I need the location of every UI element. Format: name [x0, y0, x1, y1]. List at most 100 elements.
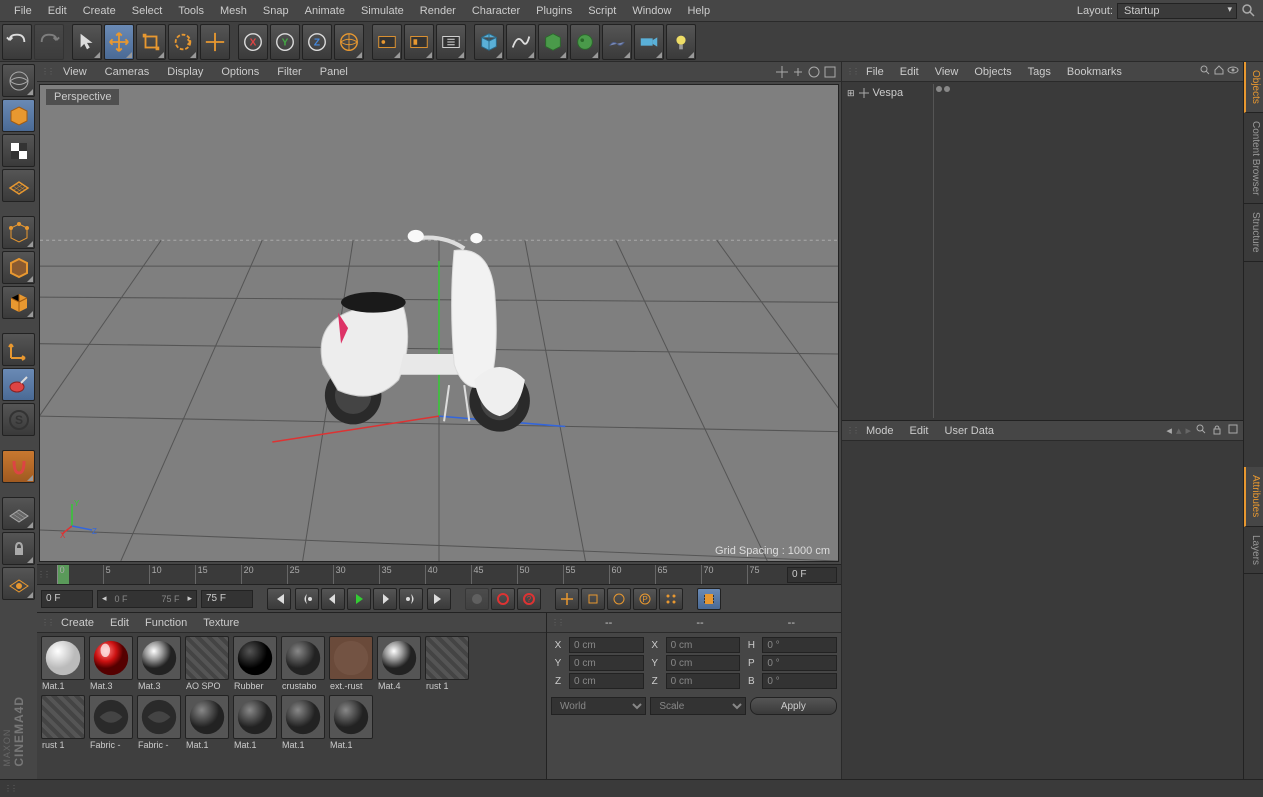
object-name-label[interactable]: Vespa [873, 87, 904, 99]
obj-menu-file[interactable]: File [858, 64, 892, 80]
grip-icon[interactable] [846, 67, 858, 76]
tab-content-browser[interactable]: Content Browser [1244, 113, 1263, 204]
add-generator-button[interactable] [538, 24, 568, 60]
visibility-dots[interactable] [936, 86, 1239, 92]
new-window-icon[interactable] [1227, 423, 1239, 438]
lock-icon[interactable] [1211, 423, 1223, 438]
vp-menu-panel[interactable]: Panel [312, 64, 356, 80]
tab-attributes[interactable]: Attributes [1244, 467, 1263, 526]
rotate-tool[interactable] [168, 24, 198, 60]
vp-menu-display[interactable]: Display [159, 64, 211, 80]
locked-workplane-button[interactable] [2, 532, 35, 565]
grip-icon[interactable] [41, 618, 53, 627]
tab-layers[interactable]: Layers [1244, 527, 1263, 574]
grip-icon[interactable] [846, 426, 858, 435]
add-light-button[interactable] [666, 24, 696, 60]
y-axis-lock[interactable]: Y [270, 24, 300, 60]
animation-mode-button[interactable] [697, 588, 721, 610]
coord-value-input[interactable] [666, 673, 741, 689]
vp-zoom-icon[interactable] [791, 65, 805, 79]
timeline-ruler[interactable]: 0 5 10 15 20 25 30 35 40 45 50 55 60 65 … [37, 564, 841, 584]
search-icon[interactable] [1241, 3, 1257, 19]
search-icon[interactable] [1195, 423, 1207, 438]
eye-icon[interactable] [1227, 64, 1239, 79]
material-item[interactable]: Rubber [232, 636, 278, 691]
attr-menu-userdata[interactable]: User Data [937, 423, 1003, 439]
grip-icon[interactable] [551, 618, 563, 627]
recent-tool[interactable] [200, 24, 230, 60]
nav-up-icon[interactable]: ▴ [1176, 424, 1182, 437]
make-editable-button[interactable] [2, 64, 35, 97]
live-select-tool[interactable] [72, 24, 102, 60]
mat-menu-edit[interactable]: Edit [102, 615, 137, 631]
planar-workplane-button[interactable] [2, 567, 35, 600]
mat-menu-texture[interactable]: Texture [195, 615, 247, 631]
menu-simulate[interactable]: Simulate [353, 2, 412, 20]
key-parameter-toggle[interactable]: P [633, 588, 657, 610]
grip-icon[interactable] [41, 67, 53, 76]
grip-icon[interactable] [4, 784, 16, 793]
add-primitive-button[interactable] [474, 24, 504, 60]
obj-menu-tags[interactable]: Tags [1020, 64, 1059, 80]
vp-maximize-icon[interactable] [823, 65, 837, 79]
x-axis-lock[interactable]: X [238, 24, 268, 60]
render-settings-button[interactable] [436, 24, 466, 60]
workplane-mode-button[interactable] [2, 169, 35, 202]
points-mode-button[interactable] [2, 216, 35, 249]
search-icon[interactable] [1199, 64, 1211, 79]
menu-help[interactable]: Help [679, 2, 718, 20]
vp-menu-cameras[interactable]: Cameras [97, 64, 158, 80]
nav-fwd-icon[interactable]: ▸ [1185, 424, 1191, 437]
material-item[interactable]: Mat.3 [136, 636, 182, 691]
key-rotation-toggle[interactable] [607, 588, 631, 610]
render-view-button[interactable] [372, 24, 402, 60]
autokey-button[interactable] [491, 588, 515, 610]
coord-value-input[interactable] [666, 637, 741, 653]
axis-mode-button[interactable] [2, 333, 35, 366]
tab-structure[interactable]: Structure [1244, 204, 1263, 262]
add-deformer-button[interactable] [570, 24, 600, 60]
material-item[interactable]: Mat.3 [88, 636, 134, 691]
home-icon[interactable] [1213, 64, 1225, 79]
coord-scale-dropdown[interactable]: Scale [650, 697, 745, 715]
add-camera-button[interactable] [634, 24, 664, 60]
perspective-viewport[interactable]: Perspective Grid Spacing : 1000 cm Y X Z [39, 84, 839, 562]
menu-render[interactable]: Render [412, 2, 464, 20]
vp-menu-filter[interactable]: Filter [269, 64, 309, 80]
z-axis-lock[interactable]: Z [302, 24, 332, 60]
render-picture-viewer-button[interactable] [404, 24, 434, 60]
add-spline-button[interactable] [506, 24, 536, 60]
start-frame-input[interactable] [41, 590, 93, 608]
material-item[interactable]: Fabric - [136, 695, 182, 750]
coord-system[interactable] [334, 24, 364, 60]
menu-mesh[interactable]: Mesh [212, 2, 255, 20]
edges-mode-button[interactable] [2, 251, 35, 284]
mat-menu-function[interactable]: Function [137, 615, 195, 631]
polygons-mode-button[interactable] [2, 286, 35, 319]
menu-script[interactable]: Script [580, 2, 624, 20]
coord-value-input[interactable] [762, 673, 837, 689]
expand-icon[interactable]: ⊞ [847, 88, 855, 99]
vp-pan-icon[interactable] [775, 65, 789, 79]
coord-world-dropdown[interactable]: World [551, 697, 646, 715]
material-item[interactable]: rust 1 [424, 636, 470, 691]
material-item[interactable]: Mat.1 [328, 695, 374, 750]
attr-menu-mode[interactable]: Mode [858, 423, 902, 439]
material-item[interactable]: Fabric - [88, 695, 134, 750]
scale-tool[interactable] [136, 24, 166, 60]
mat-menu-create[interactable]: Create [53, 615, 102, 631]
layout-dropdown[interactable]: Startup [1117, 3, 1237, 19]
nav-back-icon[interactable]: ◂ [1166, 424, 1172, 437]
undo-button[interactable] [2, 24, 32, 60]
menu-plugins[interactable]: Plugins [528, 2, 580, 20]
material-item[interactable]: Mat.1 [280, 695, 326, 750]
menu-tools[interactable]: Tools [170, 2, 212, 20]
next-key-button[interactable] [399, 588, 423, 610]
coord-value-input[interactable] [666, 655, 741, 671]
menu-edit[interactable]: Edit [40, 2, 75, 20]
redo-button[interactable] [34, 24, 64, 60]
tab-objects[interactable]: Objects [1244, 62, 1263, 113]
coord-apply-button[interactable]: Apply [750, 697, 837, 715]
menu-snap[interactable]: Snap [255, 2, 297, 20]
material-item[interactable]: Mat.1 [184, 695, 230, 750]
